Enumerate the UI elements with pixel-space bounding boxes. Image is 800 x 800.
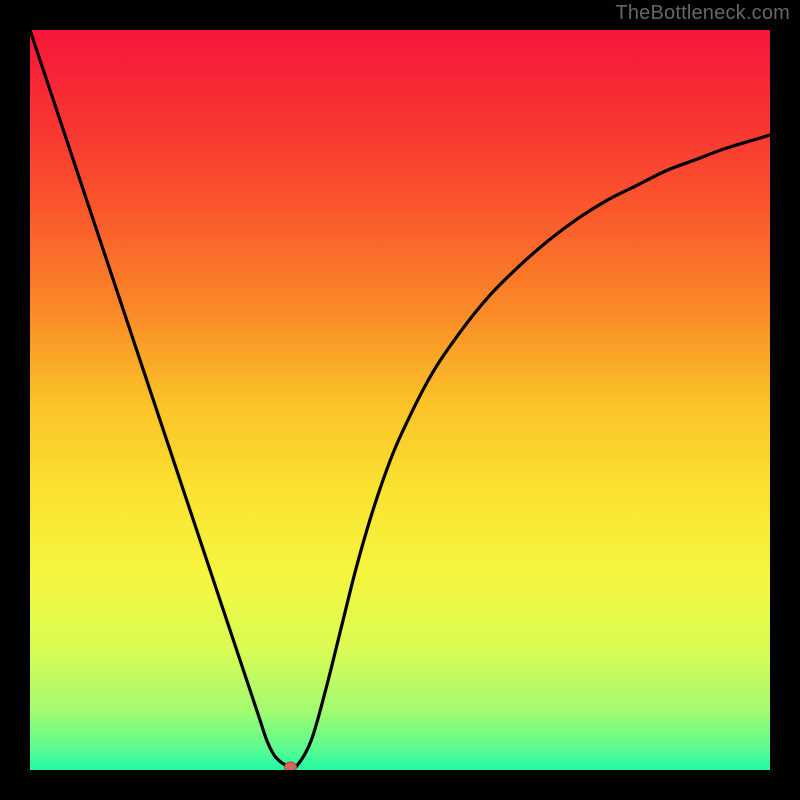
- chart-frame: TheBottleneck.com: [0, 0, 800, 800]
- plot-area: [30, 30, 770, 770]
- gradient-background: [30, 30, 770, 770]
- optimal-point-marker: [284, 762, 296, 770]
- plot-svg: [30, 30, 770, 770]
- watermark-text: TheBottleneck.com: [615, 2, 790, 25]
